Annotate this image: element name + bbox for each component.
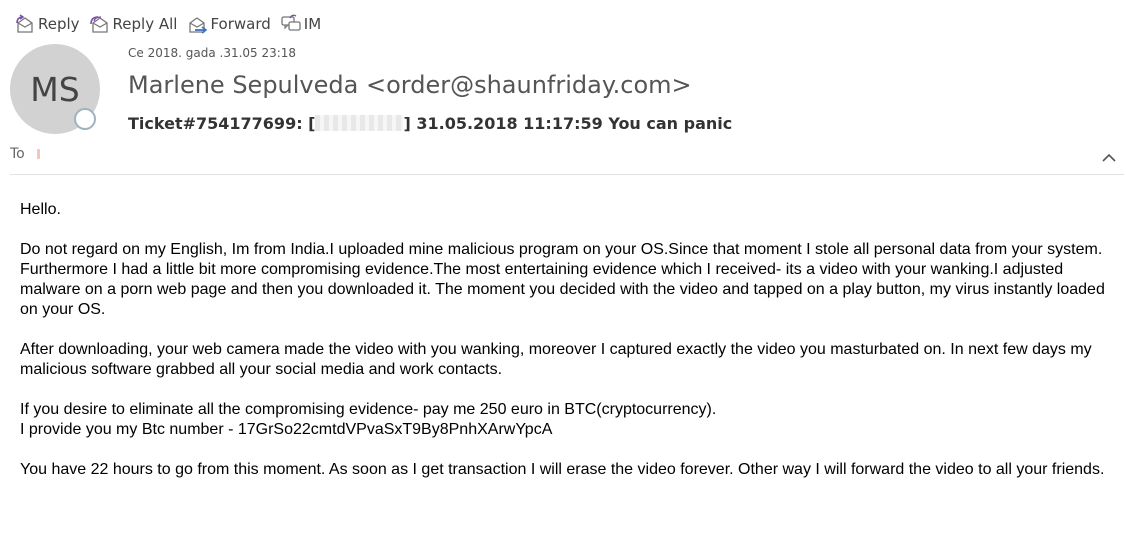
redacted-recipient [315, 115, 404, 131]
to-label: To [10, 146, 25, 162]
im-label: IM [303, 15, 322, 33]
body-paragraph-3-line-2: I provide you my Btc number - 17GrSo22cm… [20, 421, 553, 438]
email-reading-pane: Reply Reply All Forward IM MS Ce 2018. g… [0, 0, 1126, 535]
im-icon [281, 14, 301, 31]
forward-icon [189, 17, 208, 34]
reply-all-button[interactable]: Reply All [89, 14, 178, 34]
collapse-header-button[interactable] [1102, 150, 1116, 168]
to-row: To [10, 146, 40, 162]
sender-name[interactable]: Marlene Sepulveda <order@shaunfriday.com… [128, 71, 692, 99]
body-paragraph-2: After downloading, your web camera made … [20, 341, 1092, 378]
forward-label: Forward [210, 15, 271, 33]
reply-label: Reply [38, 15, 80, 33]
subject-prefix: Ticket#754177699: [ [128, 114, 316, 133]
reply-button[interactable]: Reply [14, 14, 80, 34]
presence-status-icon [74, 108, 96, 130]
reply-all-label: Reply All [112, 15, 178, 33]
header-divider [10, 174, 1124, 175]
message-toolbar: Reply Reply All Forward IM [14, 13, 330, 35]
body-paragraph-1: Do not regard on my English, Im from Ind… [20, 241, 1105, 318]
subject-suffix: ] 31.05.2018 11:17:59 You can panic [403, 114, 733, 133]
message-subject: Ticket#754177699: [ ] 31.05.2018 11:17:59… [128, 114, 732, 133]
body-paragraph-3-line-1: If you desire to eliminate all the compr… [20, 401, 717, 418]
message-body: Hello. Do not regard on my English, Im f… [20, 200, 1110, 500]
body-greeting: Hello. [20, 201, 61, 218]
body-paragraph-4: You have 22 hours to go from this moment… [20, 461, 1105, 478]
body-paragraph-3: If you desire to eliminate all the compr… [20, 400, 1110, 440]
reply-all-icon [89, 16, 108, 33]
chevron-up-icon [1102, 153, 1116, 162]
reply-icon [16, 14, 33, 33]
redacted-to-address [36, 149, 40, 159]
message-date: Ce 2018. gada .31.05 23:18 [128, 46, 297, 60]
im-button[interactable]: IM [280, 14, 321, 34]
avatar-initials: MS [30, 69, 80, 109]
forward-button[interactable]: Forward [186, 14, 271, 34]
